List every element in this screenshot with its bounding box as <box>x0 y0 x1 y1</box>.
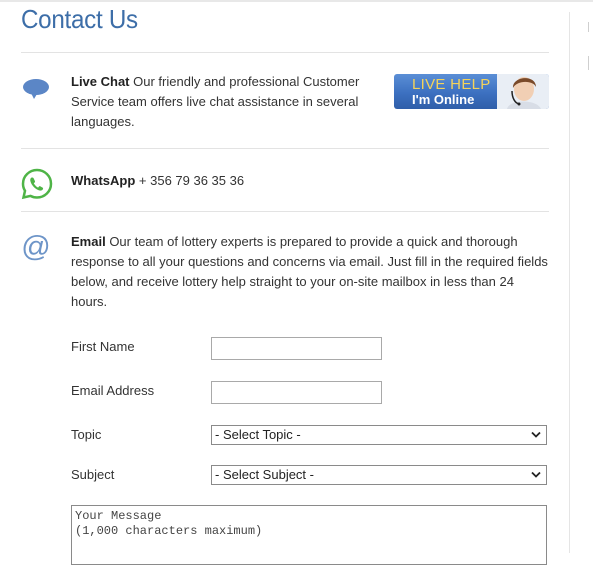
topic-selected-value: - Select Topic - <box>215 427 301 442</box>
email-heading: Email <box>71 234 106 249</box>
svg-text:@: @ <box>22 232 50 262</box>
live-chat-heading: Live Chat <box>71 74 130 89</box>
subject-label: Subject <box>71 467 115 482</box>
email-address-input[interactable] <box>211 381 382 404</box>
live-help-label: LIVE HELP <box>412 76 491 93</box>
subject-select[interactable]: - Select Subject - <box>211 465 547 485</box>
email-text: hours. <box>71 294 108 309</box>
subject-selected-value: - Select Subject - <box>215 467 314 482</box>
live-chat-text: Service team offers live chat assistance… <box>71 94 359 109</box>
online-status-label: I'm Online <box>412 92 475 107</box>
live-chat-description: Live Chat Our friendly and professional … <box>71 72 381 132</box>
sidebar-mark <box>588 56 589 70</box>
chevron-down-icon <box>531 431 541 438</box>
divider <box>21 52 549 53</box>
sidebar-mark <box>588 22 589 32</box>
topic-select[interactable]: - Select Topic - <box>211 425 547 445</box>
first-name-label: First Name <box>71 339 135 354</box>
topic-label: Topic <box>71 427 102 442</box>
at-sign-icon: @ <box>21 231 50 267</box>
chat-bubble-icon <box>22 78 50 105</box>
email-text: below, and receive lottery help straight… <box>71 274 514 289</box>
page-title: Contact Us <box>21 4 138 34</box>
whatsapp-heading: WhatsApp <box>71 173 136 188</box>
whatsapp-contact: WhatsApp + 356 79 36 35 36 <box>71 171 244 191</box>
live-help-button[interactable]: LIVE HELP I'm Online <box>394 74 549 109</box>
message-textarea[interactable]: Your Message (1,000 characters maximum) <box>71 505 547 565</box>
email-text: response to all your questions and conce… <box>71 254 548 269</box>
top-border <box>0 0 593 2</box>
email-description: Email Our team of lottery experts is pre… <box>71 232 551 312</box>
whatsapp-icon <box>21 168 53 205</box>
chevron-down-icon <box>531 471 541 478</box>
live-chat-text: Our friendly and professional Customer <box>133 74 360 89</box>
email-text: Our team of lottery experts is prepared … <box>109 234 518 249</box>
support-agent-icon <box>497 74 549 109</box>
sidebar-divider <box>569 12 570 553</box>
live-chat-text: languages. <box>71 114 135 129</box>
email-address-label: Email Address <box>71 383 155 398</box>
divider <box>21 148 549 149</box>
divider <box>21 211 549 212</box>
whatsapp-number[interactable]: + 356 79 36 35 36 <box>139 173 244 188</box>
first-name-input[interactable] <box>211 337 382 360</box>
